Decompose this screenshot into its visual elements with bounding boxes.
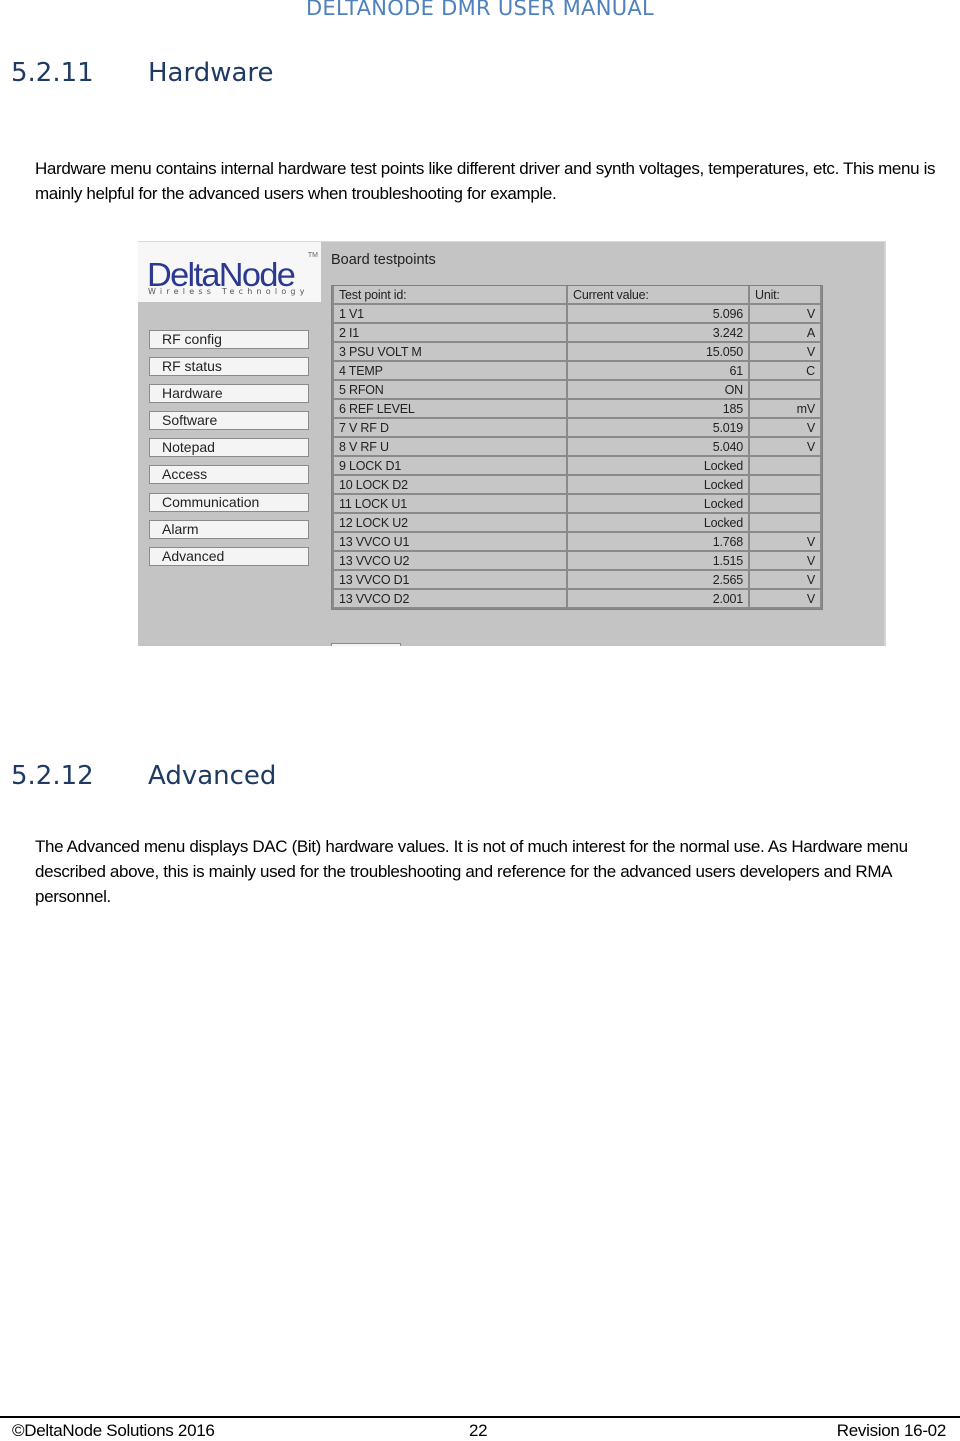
cell-unit: V: [750, 343, 820, 362]
section-number: 5.2.11: [11, 58, 94, 88]
cell-unit: V: [750, 438, 820, 457]
cell-test-point-id: 13 VVCO D1: [334, 571, 566, 590]
trademark-mark: TM: [307, 252, 318, 259]
cell-test-point-id: 13 VVCO U1: [334, 533, 566, 552]
table-row: 4 TEMP 61 C: [334, 362, 820, 381]
table-row: 13 VVCO U1 1.768 V: [334, 533, 820, 552]
logo-tagline: Wireless Technology: [148, 287, 309, 296]
menu-access[interactable]: Access: [149, 465, 309, 485]
cell-current-value: 2.001: [568, 590, 748, 609]
cell-current-value: 5.096: [568, 305, 748, 324]
cell-current-value: 15.050: [568, 343, 748, 362]
table-row: 13 VVCO D1 2.565 V: [334, 571, 820, 590]
footer-page-number: 22: [469, 1421, 488, 1440]
section-title: Advanced: [148, 761, 277, 791]
table-row: 2 I1 3.242 A: [334, 324, 820, 343]
cell-test-point-id: 12 LOCK U2: [334, 514, 566, 533]
cell-current-value: 2.565: [568, 571, 748, 590]
cell-unit: V: [750, 590, 820, 609]
section-number: 5.2.12: [11, 761, 94, 791]
screenshot-edge: [884, 242, 886, 646]
cell-unit: [750, 457, 820, 476]
cell-unit: mV: [750, 400, 820, 419]
side-menu: RF config RF status Hardware Software No…: [149, 330, 309, 574]
cell-test-point-id: 5 RFON: [334, 381, 566, 400]
table-row: 9 LOCK D1 Locked: [334, 457, 820, 476]
cell-current-value: Locked: [568, 495, 748, 514]
deltanode-logo: TM DeltaNode Wireless Technology: [138, 242, 321, 302]
cell-test-point-id: 10 LOCK D2: [334, 476, 566, 495]
table-row: 8 V RF U 5.040 V: [334, 438, 820, 457]
cell-current-value: 5.040: [568, 438, 748, 457]
partial-button: [331, 643, 401, 646]
table-row: 6 REF LEVEL 185 mV: [334, 400, 820, 419]
section-title: Hardware: [148, 58, 274, 88]
table-header-row: Test point id: Current value: Unit:: [334, 286, 820, 305]
footer-divider: [0, 1416, 960, 1418]
cell-current-value: 1.768: [568, 533, 748, 552]
cell-current-value: 5.019: [568, 419, 748, 438]
cell-unit: V: [750, 533, 820, 552]
menu-communication[interactable]: Communication: [149, 492, 309, 512]
cell-test-point-id: 3 PSU VOLT M: [334, 343, 566, 362]
menu-notepad[interactable]: Notepad: [149, 438, 309, 458]
footer-copyright: ©DeltaNode Solutions 2016: [12, 1421, 215, 1440]
cell-current-value: 61: [568, 362, 748, 381]
cell-test-point-id: 13 VVCO D2: [334, 590, 566, 609]
panel-title: Board testpoints: [331, 252, 436, 268]
cell-test-point-id: 11 LOCK U1: [334, 495, 566, 514]
cell-test-point-id: 2 I1: [334, 324, 566, 343]
running-header: DELTANODE DMR USER MANUAL: [305, 0, 655, 20]
section-heading-hardware: 5.2.11 Hardware: [11, 58, 274, 88]
table-row: 13 VVCO D2 2.001 V: [334, 590, 820, 609]
cell-unit: V: [750, 419, 820, 438]
cell-current-value: Locked: [568, 476, 748, 495]
cell-test-point-id: 9 LOCK D1: [334, 457, 566, 476]
cell-test-point-id: 13 VVCO U2: [334, 552, 566, 571]
cell-test-point-id: 8 V RF U: [334, 438, 566, 457]
cell-unit: C: [750, 362, 820, 381]
cell-current-value: 185: [568, 400, 748, 419]
table-row: 12 LOCK U2 Locked: [334, 514, 820, 533]
hardware-paragraph: Hardware menu contains internal hardware…: [35, 159, 936, 203]
cell-test-point-id: 4 TEMP: [334, 362, 566, 381]
cell-current-value: 1.515: [568, 552, 748, 571]
footer-revision: Revision 16-02: [836, 1421, 947, 1440]
cell-unit: [750, 495, 820, 514]
header-test-point-id: Test point id:: [334, 286, 566, 305]
menu-advanced[interactable]: Advanced: [149, 546, 309, 566]
cell-unit: V: [750, 305, 820, 324]
cell-unit: A: [750, 324, 820, 343]
table-row: 7 V RF D 5.019 V: [334, 419, 820, 438]
cell-unit: V: [750, 552, 820, 571]
table-row: 5 RFON ON: [334, 381, 820, 400]
menu-rf-config[interactable]: RF config: [149, 330, 309, 349]
header-current-value: Current value:: [568, 286, 748, 305]
menu-alarm[interactable]: Alarm: [149, 519, 309, 539]
cell-test-point-id: 1 V1: [334, 305, 566, 324]
cell-current-value: 3.242: [568, 324, 748, 343]
table-row: 13 VVCO U2 1.515 V: [334, 552, 820, 571]
menu-hardware[interactable]: Hardware: [149, 384, 309, 404]
testpoints-table: Test point id: Current value: Unit: 1 V1…: [331, 285, 823, 610]
menu-rf-status[interactable]: RF status: [149, 357, 309, 377]
table-row: 11 LOCK U1 Locked: [334, 495, 820, 514]
cell-unit: [750, 381, 820, 400]
hardware-screenshot: TM DeltaNode Wireless Technology RF conf…: [138, 241, 886, 646]
cell-current-value: Locked: [568, 514, 748, 533]
cell-test-point-id: 6 REF LEVEL: [334, 400, 566, 419]
cell-current-value: ON: [568, 381, 748, 400]
cell-unit: [750, 476, 820, 495]
table-row: 1 V1 5.096 V: [334, 305, 820, 324]
cell-unit: V: [750, 571, 820, 590]
cell-current-value: Locked: [568, 457, 748, 476]
advanced-paragraph: The Advanced menu displays DAC (Bit) har…: [35, 837, 908, 906]
cell-unit: [750, 514, 820, 533]
table-row: 3 PSU VOLT M 15.050 V: [334, 343, 820, 362]
menu-software[interactable]: Software: [149, 411, 309, 431]
cell-test-point-id: 7 V RF D: [334, 419, 566, 438]
table-row: 10 LOCK D2 Locked: [334, 476, 820, 495]
header-unit: Unit:: [750, 286, 820, 305]
section-heading-advanced: 5.2.12 Advanced: [11, 761, 276, 791]
